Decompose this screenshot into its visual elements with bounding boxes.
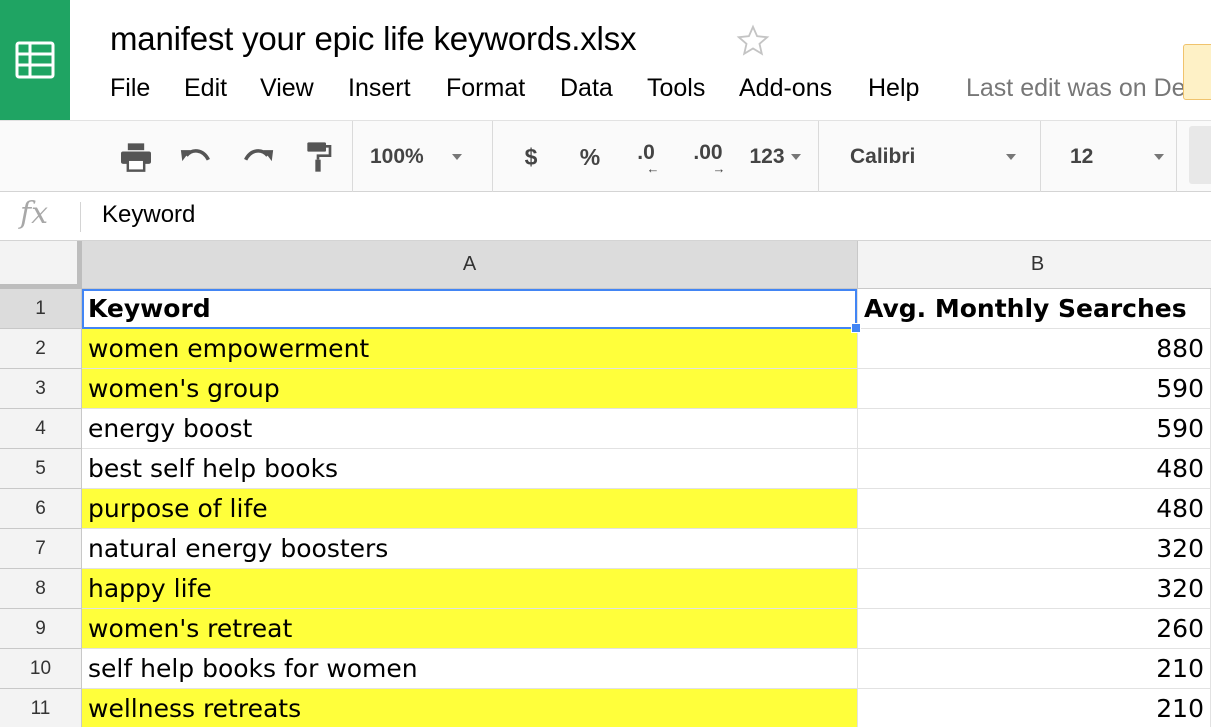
searches-cell[interactable]: 480 <box>858 449 1211 489</box>
select-all-corner[interactable] <box>0 241 82 289</box>
undo-icon[interactable] <box>176 121 216 193</box>
formula-bar: fx Keyword <box>0 192 1211 241</box>
font-size-dropdown[interactable]: 12 <box>1070 121 1164 193</box>
row-header[interactable]: 4 <box>0 409 82 449</box>
print-icon[interactable] <box>116 121 156 193</box>
menu-insert[interactable]: Insert <box>348 74 411 103</box>
searches-cell[interactable]: 320 <box>858 569 1211 609</box>
formula-divider <box>80 202 81 232</box>
row-header[interactable]: 9 <box>0 609 82 649</box>
fx-icon: fx <box>20 196 49 231</box>
keyword-cell[interactable]: natural energy boosters <box>82 529 858 569</box>
searches-cell[interactable]: 320 <box>858 529 1211 569</box>
arrow-left-icon: ← <box>646 161 660 176</box>
column-a-header-cell[interactable]: Keyword <box>82 289 858 329</box>
searches-cell[interactable]: 480 <box>858 489 1211 529</box>
searches-cell[interactable]: 210 <box>858 649 1211 689</box>
last-edit-link[interactable]: Last edit was on De <box>966 74 1211 103</box>
toolbar-divider <box>352 121 353 193</box>
toolbar-divider <box>1176 121 1177 193</box>
menu-tools[interactable]: Tools <box>647 74 705 103</box>
chevron-down-icon <box>1154 154 1164 160</box>
column-b-header-cell[interactable]: Avg. Monthly Searches <box>858 289 1211 329</box>
row-header[interactable]: 1 <box>0 289 82 329</box>
fill-handle[interactable] <box>851 323 861 333</box>
decrease-decimal-button[interactable]: .0 ← <box>626 121 666 193</box>
searches-cell[interactable]: 590 <box>858 409 1211 449</box>
toolbar-divider <box>1040 121 1041 193</box>
row-header[interactable]: 8 <box>0 569 82 609</box>
paint-format-icon[interactable] <box>298 121 338 193</box>
document-title[interactable]: manifest your epic life keywords.xlsx <box>110 20 636 58</box>
toolbar: 100% $ % .0 ← .00 → 123 Calibri 12 <box>0 120 1211 193</box>
keyword-cell[interactable]: energy boost <box>82 409 858 449</box>
searches-cell[interactable]: 210 <box>858 689 1211 727</box>
menu-view[interactable]: View <box>260 74 314 103</box>
font-family-dropdown[interactable]: Calibri <box>850 121 1016 193</box>
menu-format[interactable]: Format <box>446 74 525 103</box>
searches-cell[interactable]: 590 <box>858 369 1211 409</box>
chevron-down-icon <box>790 154 801 160</box>
toolbar-divider <box>818 121 819 193</box>
keyword-cell[interactable]: women's group <box>82 369 858 409</box>
row-header[interactable]: 2 <box>0 329 82 369</box>
sheets-logo-icon[interactable] <box>0 0 70 120</box>
redo-icon[interactable] <box>238 121 278 193</box>
bold-button[interactable] <box>1189 126 1211 184</box>
keyword-cell[interactable]: wellness retreats <box>82 689 858 727</box>
searches-cell[interactable]: 260 <box>858 609 1211 649</box>
spreadsheet-app: manifest your epic life keywords.xlsx Fi… <box>0 0 1211 727</box>
zoom-value: 100% <box>370 145 424 168</box>
row-header[interactable]: 11 <box>0 689 82 727</box>
keyword-cell[interactable]: women empowerment <box>82 329 858 369</box>
increase-decimal-button[interactable]: .00 → <box>684 121 732 193</box>
keyword-cell[interactable]: self help books for women <box>82 649 858 689</box>
keyword-cell[interactable]: purpose of life <box>82 489 858 529</box>
keyword-cell[interactable]: happy life <box>82 569 858 609</box>
column-header-a[interactable]: A <box>82 241 858 289</box>
formula-input[interactable]: Keyword <box>102 201 195 229</box>
notification-box <box>1183 44 1211 100</box>
row-header[interactable]: 5 <box>0 449 82 489</box>
star-outline-icon[interactable] <box>736 24 770 63</box>
menu-add-ons[interactable]: Add-ons <box>739 74 832 103</box>
row-header[interactable]: 6 <box>0 489 82 529</box>
currency-format-button[interactable]: $ <box>514 121 548 193</box>
toolbar-divider <box>492 121 493 193</box>
more-formats-dropdown[interactable]: 123 <box>744 121 806 193</box>
chevron-down-icon <box>1006 154 1016 160</box>
keyword-cell[interactable]: women's retreat <box>82 609 858 649</box>
arrow-right-icon: → <box>712 161 726 176</box>
keyword-cell[interactable]: best self help books <box>82 449 858 489</box>
menu-edit[interactable]: Edit <box>184 74 227 103</box>
chevron-down-icon <box>451 154 462 160</box>
column-header-b[interactable]: B <box>858 241 1211 289</box>
row-header[interactable]: 3 <box>0 369 82 409</box>
menu-help[interactable]: Help <box>868 74 919 103</box>
percent-format-button[interactable]: % <box>572 121 608 193</box>
app-header: manifest your epic life keywords.xlsx Fi… <box>0 0 1211 120</box>
row-header[interactable]: 7 <box>0 529 82 569</box>
searches-cell[interactable]: 880 <box>858 329 1211 369</box>
spreadsheet-grid: A B 1 Keyword Avg. Monthly Searches 2 women … <box>0 241 1211 727</box>
menu-file[interactable]: File <box>110 74 150 103</box>
zoom-dropdown[interactable]: 100% <box>370 121 482 193</box>
menu-data[interactable]: Data <box>560 74 613 103</box>
row-header[interactable]: 10 <box>0 649 82 689</box>
